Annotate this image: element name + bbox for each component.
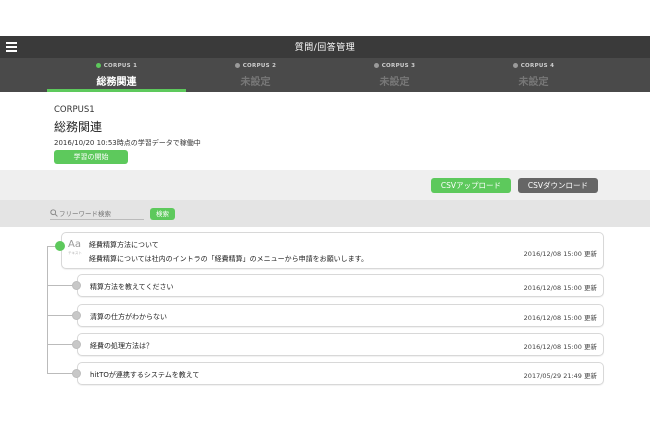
updated-date: 2016/12/08 15:00 更新 — [523, 314, 597, 322]
tab-label: 未設定 — [379, 77, 410, 88]
tab-code: CORPUS 3 — [381, 63, 416, 69]
tab-code: CORPUS 4 — [520, 63, 555, 69]
related-question-card[interactable]: 経費の処理方法は？ 2016/12/08 15:00 更新 — [77, 333, 604, 356]
status-dot-icon — [95, 63, 101, 68]
node-dot — [72, 369, 81, 378]
tab-corpus-3[interactable]: CORPUS 3 未設定 — [325, 58, 464, 92]
status-dot-icon — [512, 63, 518, 68]
root-node-dot — [55, 241, 65, 251]
search-bar: 検索 — [0, 200, 650, 227]
status-dot-icon — [373, 63, 379, 68]
related-question-card[interactable]: 清算の仕方がわからない 2016/12/08 15:00 更新 — [77, 304, 604, 327]
csv-upload-button[interactable]: CSVアップロード — [431, 178, 511, 193]
node-dot — [72, 281, 81, 290]
node-dot — [72, 311, 81, 320]
tab-corpus-1[interactable]: CORPUS 1 総務関連 — [47, 58, 186, 92]
app-window: 質問/回答管理 CORPUS 1 総務関連 CORPUS 2 未設定 CORPU… — [0, 36, 650, 389]
tab-code: CORPUS 2 — [242, 63, 277, 69]
question-title: 精算方法を教えてください — [90, 283, 174, 291]
learning-status-text: 2016/10/20 10:53時点の学習データで稼働中 — [54, 139, 201, 147]
search-icon — [50, 209, 58, 217]
start-learning-button[interactable]: 学習の開始 — [54, 150, 128, 164]
search-input[interactable] — [59, 208, 143, 219]
search-button[interactable]: 検索 — [150, 208, 175, 220]
updated-date: 2016/12/08 15:00 更新 — [523, 343, 597, 351]
tab-label: 総務関連 — [96, 77, 137, 88]
related-question-card[interactable]: hitTOが連携するシステムを教えて 2017/05/29 21:49 更新 — [77, 362, 604, 385]
related-question-card[interactable]: 精算方法を教えてください 2016/12/08 15:00 更新 — [77, 274, 604, 297]
tree-connector — [47, 246, 48, 373]
tab-corpus-4[interactable]: CORPUS 4 未設定 — [464, 58, 603, 92]
corpus-tabs: CORPUS 1 総務関連 CORPUS 2 未設定 CORPUS 3 未設定 … — [0, 58, 650, 92]
tab-code: CORPUS 1 — [103, 63, 138, 69]
question-title: 経費精算方法について — [89, 241, 159, 249]
tab-label: 未設定 — [518, 77, 549, 88]
node-dot — [72, 340, 81, 349]
updated-date: 2016/12/08 15:00 更新 — [523, 250, 597, 258]
question-title: 経費の処理方法は？ — [90, 342, 153, 350]
question-title: 清算の仕方がわからない — [90, 313, 167, 321]
status-dot-icon — [234, 63, 240, 68]
question-card-main[interactable]: Aa テキスト 経費精算方法について 経費精算については社内のイントラの「経費精… — [61, 232, 604, 269]
tab-label: 未設定 — [240, 77, 271, 88]
corpus-name: 総務関連 — [54, 120, 103, 134]
answer-text: 経費精算については社内のイントラの「経費精算」のメニューから申請をお願いします。 — [89, 255, 368, 263]
question-tree: Aa テキスト 経費精算方法について 経費精算については社内のイントラの「経費精… — [0, 227, 650, 389]
tab-corpus-2[interactable]: CORPUS 2 未設定 — [186, 58, 325, 92]
csv-action-bar: CSVアップロード CSVダウンロード — [0, 170, 650, 200]
top-bar: 質問/回答管理 — [0, 36, 650, 58]
page-title: 質問/回答管理 — [294, 43, 356, 53]
text-type-icon: Aa テキスト — [68, 239, 82, 256]
search-box — [50, 208, 144, 220]
question-title: hitTOが連携するシステムを教えて — [90, 371, 200, 379]
corpus-info-panel: CORPUS1 総務関連 2016/10/20 10:53時点の学習データで稼働… — [0, 92, 650, 170]
csv-download-button[interactable]: CSVダウンロード — [518, 178, 598, 193]
corpus-id: CORPUS1 — [54, 105, 95, 115]
updated-date: 2017/05/29 21:49 更新 — [523, 372, 597, 380]
updated-date: 2016/12/08 15:00 更新 — [523, 284, 597, 292]
